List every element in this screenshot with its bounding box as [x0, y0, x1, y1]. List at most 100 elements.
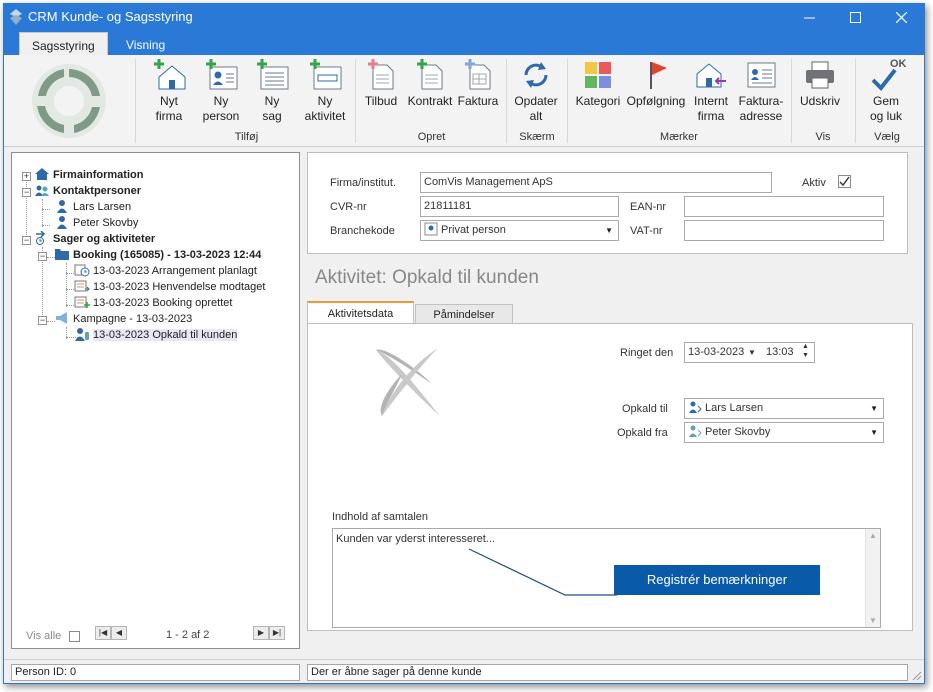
tree-item-arrangement-planlagt[interactable]: 13-03-2023 Arrangement planlagt [74, 263, 257, 279]
ribbon-tab-bar: Sagsstyring Visning [4, 30, 924, 55]
tilbud-button[interactable]: Tilbud [362, 57, 400, 109]
prev-page-button[interactable]: ◀ [111, 626, 127, 640]
group-label-opret: Opret [417, 131, 446, 143]
printer-icon [806, 61, 834, 89]
window-title: CRM Kunde- og Sagsstyring [28, 9, 193, 24]
tab-sagsstyring[interactable]: Sagsstyring [19, 32, 108, 55]
vis-alle-label: Vis alle [26, 630, 62, 642]
offer-document-icon [368, 59, 394, 90]
status-message: Der er åbne sager på denne kunde [307, 664, 908, 681]
udskriv-button[interactable]: Udskriv [798, 57, 842, 109]
opdater-label-1: Opdater [514, 94, 558, 108]
tree-item-booking-oprettet[interactable]: 13-03-2023 Booking oprettet [74, 295, 232, 311]
tree-label-firmainformation: Firmainformation [53, 169, 144, 181]
ny-person-label-1: Ny [213, 94, 229, 108]
billing-address-icon [747, 62, 776, 88]
contacts-icon [35, 185, 49, 196]
refresh-icon [524, 62, 548, 88]
maximize-icon [849, 11, 861, 23]
tree-item-opkald-til-kunden[interactable]: 13-03-2023 Opkald til kunden [74, 327, 238, 343]
add-company-icon [154, 59, 186, 90]
opdater-alt-button[interactable]: Opdater alt [512, 57, 560, 124]
collapse-kampagne-toggle[interactable]: − [38, 316, 47, 325]
group-label-vis: Vis [815, 131, 831, 143]
vis-alle-checkbox[interactable] [69, 631, 80, 642]
tree-label-kontaktpersoner: Kontaktpersoner [53, 185, 142, 197]
status-person-id: Person ID: 0 [11, 664, 300, 681]
close-button[interactable] [878, 4, 924, 30]
app-logo-icon [10, 9, 22, 25]
gem-luk-label-2: og luk [869, 109, 903, 123]
tab-aktivitetsdata[interactable]: Aktivitetsdata [307, 301, 414, 323]
nyt-firma-label-1: Nyt [160, 94, 178, 108]
ny-person-button[interactable]: Ny person [199, 57, 243, 124]
maximize-button[interactable] [832, 4, 878, 30]
ny-person-label-2: person [202, 109, 240, 123]
internt-firma-button[interactable]: Internt firma [690, 57, 732, 124]
detail-panel: Firma/institut. ComVis Management ApS Ak… [307, 152, 919, 649]
expand-firmainformation-toggle[interactable]: + [22, 172, 31, 181]
tree-item-booking[interactable]: Booking (165085) - 13-03-2023 12:44 [54, 247, 261, 263]
tree-label-act3: 13-03-2023 Booking oprettet [93, 297, 233, 309]
opfoelgning-button[interactable]: Opfølgning [624, 57, 688, 109]
tree-label-act4: 13-03-2023 Opkald til kunden [93, 329, 238, 341]
minimize-button[interactable] [786, 4, 832, 30]
resize-grip-icon[interactable] [910, 669, 922, 681]
ny-aktivitet-button[interactable]: Ny aktivitet [299, 57, 351, 124]
tree-item-peter-skovby[interactable]: Peter Skovby [54, 215, 138, 231]
tab-visning[interactable]: Visning [114, 32, 177, 55]
kontrakt-button[interactable]: Kontrakt [406, 57, 454, 109]
add-person-icon [206, 59, 238, 90]
callout-line [468, 548, 617, 596]
tree-label-booking: Booking (165085) - 13-03-2023 12:44 [73, 249, 262, 261]
internt-firma-label-1: Internt [693, 94, 729, 108]
save-close-icon-wrap: OK [862, 57, 910, 94]
ny-aktivitet-label-2: aktivitet [304, 109, 346, 123]
folder-icon [55, 249, 69, 260]
followup-flag-icon [650, 62, 667, 89]
tree-item-firmainformation[interactable]: Firmainformation [34, 167, 143, 183]
navigation-tree-panel: + − − − − Firmainformation Kontaktperson… [11, 152, 300, 649]
tree-item-kampagne[interactable]: Kampagne - 13-03-2023 [54, 311, 192, 327]
tree-label-act2: 13-03-2023 Henvendelse modtaget [93, 281, 266, 293]
first-page-button[interactable]: |◀ [95, 626, 111, 640]
collapse-booking-toggle[interactable]: − [38, 252, 47, 261]
last-page-button[interactable]: ▶| [269, 626, 285, 640]
opdater-label-2: alt [529, 109, 543, 123]
registrer-bemaerkninger-button[interactable]: Registrér bemærkninger [614, 565, 820, 595]
ny-sag-button[interactable]: Ny sag [252, 57, 292, 124]
kontrakt-label: Kontrakt [407, 94, 453, 108]
ribbon: Nyt firma Ny person Ny sag Ny aktivitet … [4, 55, 924, 147]
kategori-button[interactable]: Kategori [574, 57, 622, 109]
booking-created-icon [74, 296, 90, 308]
tree-item-henvendelse-modtaget[interactable]: 13-03-2023 Henvendelse modtaget [74, 279, 265, 295]
internt-firma-label-2: firma [697, 109, 725, 123]
contract-document-icon [417, 59, 443, 90]
checkmark-icon [871, 68, 897, 91]
udskriv-label: Udskriv [799, 94, 840, 108]
ny-aktivitet-label-1: Ny [317, 94, 333, 108]
app-recycle-logo-icon [32, 64, 106, 138]
nyt-firma-button[interactable]: Nyt firma [147, 57, 191, 124]
person-icon [57, 200, 67, 213]
app-window: CRM Kunde- og Sagsstyring Sagsstyring Vi… [3, 3, 925, 684]
gem-og-luk-button[interactable]: OK Gem og luk [862, 57, 910, 124]
collapse-kontaktpersoner-toggle[interactable]: − [22, 188, 31, 197]
calendar-clock-icon [74, 264, 90, 277]
opfoelgning-label: Opfølgning [626, 94, 686, 108]
tree-item-lars-larsen[interactable]: Lars Larsen [54, 199, 131, 215]
minimize-icon [803, 17, 815, 18]
collapse-sager-toggle[interactable]: − [22, 236, 31, 245]
group-label-skaerm: Skærm [519, 131, 555, 143]
tree-item-sager-aktiviteter[interactable]: Sager og aktiviteter [34, 231, 155, 247]
internal-company-icon [696, 63, 726, 88]
tree-item-kontaktpersoner[interactable]: Kontaktpersoner [34, 183, 141, 199]
fakturaadresse-button[interactable]: Faktura- adresse [736, 57, 786, 124]
next-page-button[interactable]: ▶ [253, 626, 269, 640]
add-case-icon [257, 59, 289, 90]
faktura-button[interactable]: Faktura [456, 57, 500, 109]
group-label-tilfoej: Tilføj [234, 131, 259, 143]
fakturaadresse-label-2: adresse [739, 109, 783, 123]
paging-text: 1 - 2 af 2 [166, 629, 210, 641]
fakturaadresse-label-1: Faktura- [738, 94, 784, 108]
